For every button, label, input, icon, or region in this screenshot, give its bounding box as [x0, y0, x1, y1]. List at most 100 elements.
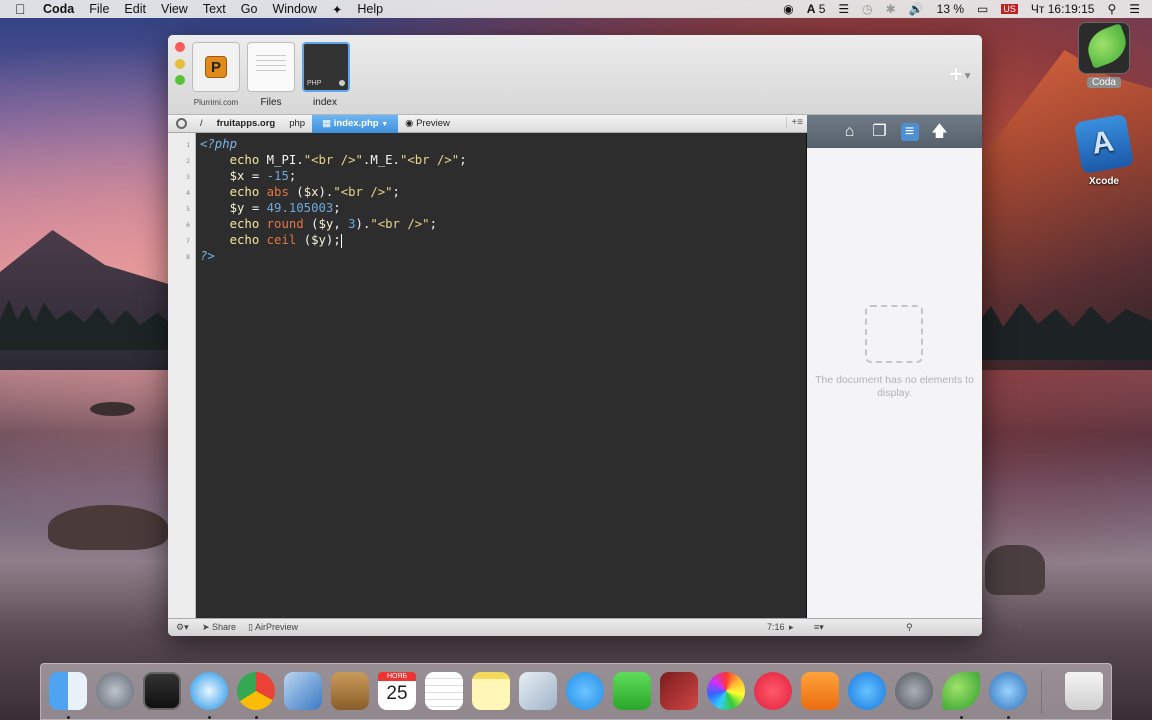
running-indicator — [1007, 716, 1010, 719]
code-line[interactable]: echo ceil ($y); — [200, 232, 467, 248]
safari-icon[interactable] — [190, 672, 228, 710]
input-indicator[interactable]: A 5 — [807, 2, 826, 16]
desktop-icon-xcode[interactable]: Xcode — [1073, 113, 1135, 187]
coda-dock-icon[interactable] — [942, 672, 980, 710]
close-window-button[interactable] — [175, 42, 185, 52]
bluetooth-icon[interactable]: ✱ — [886, 2, 896, 16]
airpreview-icon: ▯ — [248, 622, 255, 632]
list-options-icon[interactable]: ≡▾ — [814, 622, 824, 633]
ibooks-icon[interactable] — [801, 672, 839, 710]
share-button[interactable]: ➤ Share — [202, 622, 236, 633]
line-number: 7 — [186, 237, 190, 245]
photos-icon[interactable] — [707, 672, 745, 710]
menu-text[interactable]: Text — [203, 2, 226, 16]
code-content[interactable]: <?php echo M_PI."<br />".M_E."<br />"; $… — [200, 136, 467, 264]
code-line[interactable]: $x = -15; — [200, 168, 467, 184]
code-line[interactable]: echo M_PI."<br />".M_E."<br />"; — [200, 152, 467, 168]
wifi-icon[interactable]: ☰ — [838, 2, 849, 16]
running-indicator — [960, 716, 963, 719]
menu-view[interactable]: View — [161, 2, 188, 16]
desktop-icon-coda[interactable]: Coda — [1076, 22, 1132, 88]
line-number: 3 — [186, 173, 190, 181]
app-store-icon[interactable] — [848, 672, 886, 710]
contacts-icon[interactable] — [331, 672, 369, 710]
menu-edit[interactable]: Edit — [124, 2, 146, 16]
preview-button[interactable]: ◉ Preview — [398, 115, 457, 133]
breadcrumb-site[interactable]: fruitapps.org — [210, 115, 283, 133]
site-tab-sites[interactable]: P — [192, 42, 240, 92]
code-line[interactable]: echo round ($y, 3)."<br />"; — [200, 216, 467, 232]
battery-icon[interactable]: ▭ — [977, 2, 988, 16]
breadcrumb-folder[interactable]: php — [282, 115, 312, 133]
menu-help[interactable]: Help — [357, 2, 383, 16]
system-preferences-icon[interactable] — [895, 672, 933, 710]
breadcrumb-root[interactable]: / — [193, 115, 210, 133]
empty-state-icon — [865, 305, 923, 363]
share-icon: ➤ — [202, 622, 213, 632]
minimize-window-button[interactable] — [175, 59, 185, 69]
code-line[interactable]: echo abs ($x)."<br />"; — [200, 184, 467, 200]
clock[interactable]: Чт 16:19:15 — [1031, 2, 1095, 16]
apple-menu-icon[interactable]:  — [15, 1, 29, 17]
site-tab-files[interactable] — [247, 42, 295, 92]
notification-center-icon[interactable]: ☰ — [1129, 2, 1140, 16]
cursor-position: 7:16 — [767, 622, 785, 632]
trash-icon[interactable] — [1065, 672, 1103, 710]
launchpad-icon[interactable] — [96, 672, 134, 710]
activity-monitor-icon[interactable] — [143, 672, 181, 710]
time-machine-icon[interactable]: ◷ — [862, 2, 872, 16]
script-menu-icon[interactable]: ✦ — [332, 2, 342, 17]
line-number: 1 — [186, 141, 190, 149]
record-icon[interactable]: ◉ — [783, 2, 793, 16]
split-menu-button[interactable]: +≡ — [786, 117, 803, 128]
mail-icon[interactable] — [284, 672, 322, 710]
zoom-window-button[interactable] — [175, 75, 185, 85]
tab-status-dot-icon — [339, 80, 345, 86]
volume-icon[interactable]: 🔊 — [909, 2, 924, 16]
itunes-icon[interactable] — [754, 672, 792, 710]
active-file-label: index.php — [333, 117, 379, 129]
documents-icon[interactable]: ❐ — [871, 123, 889, 141]
photo-booth-icon[interactable] — [660, 672, 698, 710]
menu-go[interactable]: Go — [241, 2, 258, 16]
menu-window[interactable]: Window — [272, 2, 316, 16]
search-icon[interactable]: ⚲ — [906, 622, 913, 633]
battery-status[interactable]: 13 % — [937, 2, 964, 16]
wallpaper-rock — [90, 402, 135, 416]
code-line[interactable]: ?> — [200, 248, 467, 264]
site-tab-index[interactable]: PHP — [302, 42, 350, 92]
calendar-icon[interactable]: НОЯБ 25 — [378, 672, 416, 710]
site-logo-icon: P — [205, 56, 227, 78]
reminders-icon[interactable] — [425, 672, 463, 710]
spotlight-icon[interactable]: ⚲ — [1107, 2, 1116, 16]
home-icon[interactable]: ⌂ — [841, 123, 859, 141]
messages-icon[interactable] — [566, 672, 604, 710]
code-navigator-icon[interactable]: ≡ — [900, 122, 919, 141]
editor-options-icon[interactable]: ▸ — [789, 622, 794, 633]
finder-icon[interactable] — [49, 672, 87, 710]
line-number: 6 — [186, 221, 190, 229]
breadcrumb-active-file[interactable]: ▦ index.php ▼ — [312, 114, 399, 133]
add-tab-button[interactable]: +▼ — [949, 61, 972, 89]
quicktime-icon[interactable] — [989, 672, 1027, 710]
menu-file[interactable]: File — [89, 2, 109, 16]
code-line[interactable]: <?php — [200, 136, 467, 152]
publish-arrow-icon[interactable]: 🡅 — [931, 123, 949, 141]
code-editor[interactable]: 1 2 3 4 5 6 7 8 <?php echo M_PI."<br />"… — [168, 133, 807, 618]
running-indicator — [208, 716, 211, 719]
site-status-icon[interactable] — [176, 118, 187, 129]
airpreview-label: AirPreview — [254, 622, 298, 632]
input-indicator-count: 5 — [818, 2, 826, 16]
gear-icon[interactable]: ⚙▾ — [176, 622, 189, 633]
menu-app-name[interactable]: Coda — [43, 2, 74, 16]
chrome-icon[interactable] — [237, 672, 275, 710]
preview-app-icon[interactable] — [519, 672, 557, 710]
notes-icon[interactable] — [472, 672, 510, 710]
facetime-icon[interactable] — [613, 672, 651, 710]
share-label: Share — [212, 622, 237, 632]
code-line[interactable]: $y = 49.105003; — [200, 200, 467, 216]
airpreview-button[interactable]: ▯ AirPreview — [248, 622, 298, 633]
text-cursor — [340, 233, 342, 248]
site-tab-label: Plurrimi.com — [193, 98, 239, 107]
flag-icon[interactable]: US — [1001, 4, 1018, 14]
